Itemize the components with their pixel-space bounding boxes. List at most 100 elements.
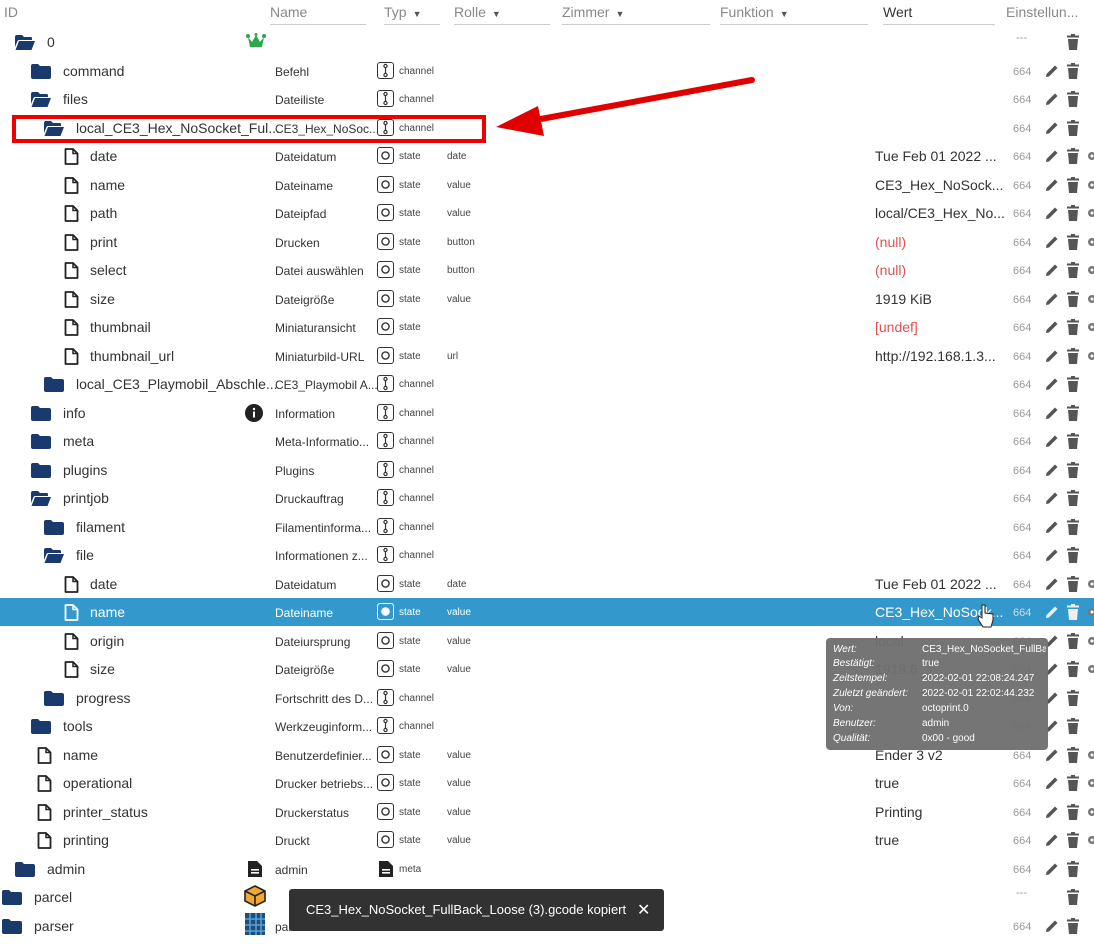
delete-trash-icon[interactable] (1067, 290, 1079, 307)
dropdown-arrow-icon[interactable]: ▼ (413, 9, 422, 19)
row-label[interactable]: date (90, 576, 117, 592)
settings-gear-icon[interactable] (1086, 748, 1094, 762)
tree-row[interactable]: info Information channel 664 (0, 399, 1094, 427)
edit-pencil-icon[interactable] (1044, 348, 1060, 364)
delete-trash-icon[interactable] (1067, 860, 1079, 877)
edit-pencil-icon[interactable] (1044, 547, 1060, 563)
row-label[interactable]: select (90, 262, 127, 278)
tree-row[interactable]: select Datei auswählen state button (null) 66… (0, 256, 1094, 284)
tree-row[interactable]: name Dateiname state value CE3_Hex_NoSock...… (0, 171, 1094, 199)
tree-row[interactable]: admin admin meta 664 (0, 855, 1094, 883)
row-value[interactable]: Tue Feb 01 2022 ... (875, 148, 997, 164)
row-label[interactable]: size (90, 291, 115, 307)
toast-close-button[interactable]: ✕ (637, 900, 650, 920)
col-function[interactable]: Funktion ▼ (720, 4, 789, 20)
edit-pencil-icon[interactable] (1044, 291, 1060, 307)
row-label[interactable]: date (90, 148, 117, 164)
row-label[interactable]: files (63, 91, 88, 107)
edit-pencil-icon[interactable] (1044, 804, 1060, 820)
delete-trash-icon[interactable] (1067, 433, 1079, 449)
row-label[interactable]: size (90, 661, 115, 677)
row-label[interactable]: local_CE3_Playmobil_Abschle... (76, 376, 278, 392)
delete-trash-icon[interactable] (1067, 661, 1079, 677)
row-label[interactable]: origin (90, 633, 124, 649)
edit-pencil-icon[interactable] (1044, 205, 1060, 221)
settings-gear-icon[interactable] (1086, 235, 1094, 249)
delete-trash-icon[interactable] (1067, 62, 1079, 79)
delete-trash-icon[interactable] (1067, 889, 1079, 905)
tree-row[interactable]: operational Drucker betriebs... state value… (0, 769, 1094, 797)
row-label[interactable]: meta (63, 433, 94, 449)
delete-trash-icon[interactable] (1067, 518, 1079, 535)
settings-gear-icon[interactable] (1086, 349, 1094, 363)
delete-trash-icon[interactable] (1067, 91, 1079, 107)
tree-row[interactable]: printer_status Druckerstatus state value Pri… (0, 798, 1094, 826)
edit-pencil-icon[interactable] (1044, 234, 1060, 250)
edit-pencil-icon[interactable] (1044, 120, 1060, 136)
delete-trash-icon[interactable] (1067, 803, 1079, 820)
row-label[interactable]: admin (47, 861, 85, 877)
row-value[interactable]: [undef] (875, 319, 918, 335)
delete-trash-icon[interactable] (1067, 718, 1079, 734)
settings-gear-icon[interactable] (1086, 292, 1094, 306)
row-value[interactable]: Printing (875, 804, 922, 820)
edit-pencil-icon[interactable] (1044, 433, 1060, 449)
tree-row[interactable]: print Drucken state button (null) 664 (0, 228, 1094, 256)
tree-row[interactable]: date Dateidatum state date Tue Feb 01 2022 .… (0, 570, 1094, 598)
row-label[interactable]: print (90, 234, 117, 250)
col-settings[interactable]: Einstellun... (1006, 4, 1078, 20)
edit-pencil-icon[interactable] (1044, 490, 1060, 506)
edit-pencil-icon[interactable] (1044, 576, 1060, 592)
settings-gear-icon[interactable] (1086, 178, 1094, 192)
col-type[interactable]: Typ ▼ (384, 4, 422, 20)
row-value[interactable]: Tue Feb 01 2022 ... (875, 576, 997, 592)
settings-gear-icon[interactable] (1086, 805, 1094, 819)
row-value[interactable]: true (875, 832, 899, 848)
row-value[interactable]: 1919 KiB (875, 291, 932, 307)
dropdown-arrow-icon[interactable]: ▼ (492, 9, 501, 19)
delete-trash-icon[interactable] (1067, 575, 1079, 592)
row-label[interactable]: thumbnail_url (90, 348, 174, 364)
row-value[interactable]: true (875, 775, 899, 791)
delete-trash-icon[interactable] (1067, 148, 1079, 164)
edit-pencil-icon[interactable] (1044, 861, 1060, 877)
row-value[interactable]: http://192.168.1.3... (875, 348, 996, 364)
settings-gear-icon[interactable] (1086, 605, 1094, 619)
settings-gear-icon[interactable] (1086, 833, 1094, 847)
row-label[interactable]: printjob (63, 490, 109, 506)
row-label[interactable]: parser (34, 918, 74, 934)
delete-trash-icon[interactable] (1067, 490, 1079, 506)
row-label[interactable]: 0 (47, 34, 55, 50)
col-role[interactable]: Rolle ▼ (454, 4, 501, 20)
dropdown-arrow-icon[interactable]: ▼ (780, 9, 789, 19)
delete-trash-icon[interactable] (1067, 376, 1079, 392)
delete-trash-icon[interactable] (1067, 775, 1079, 791)
row-label[interactable]: thumbnail (90, 319, 151, 335)
delete-trash-icon[interactable] (1067, 917, 1079, 934)
delete-trash-icon[interactable] (1067, 205, 1079, 221)
edit-pencil-icon[interactable] (1044, 775, 1060, 791)
tree-row[interactable]: plugins Plugins channel 664 (0, 456, 1094, 484)
settings-gear-icon[interactable] (1086, 662, 1094, 676)
delete-trash-icon[interactable] (1067, 461, 1079, 478)
tree-row[interactable]: file Informationen z... channel 664 (0, 541, 1094, 569)
edit-pencil-icon[interactable] (1044, 148, 1060, 164)
edit-pencil-icon[interactable] (1044, 405, 1060, 421)
tree-row[interactable]: local_CE3_Playmobil_Abschle... CE3_Playmo… (0, 370, 1094, 398)
settings-gear-icon[interactable] (1086, 149, 1094, 163)
tree-row[interactable]: meta Meta-Informatio... channel 664 (0, 427, 1094, 455)
edit-pencil-icon[interactable] (1044, 91, 1060, 107)
delete-trash-icon[interactable] (1067, 746, 1079, 763)
row-value[interactable]: CE3_Hex_NoSock... (875, 177, 1003, 193)
edit-pencil-icon[interactable] (1044, 262, 1060, 278)
edit-pencil-icon[interactable] (1044, 918, 1060, 934)
delete-trash-icon[interactable] (1067, 262, 1079, 278)
tree-row[interactable]: name Dateiname state value CE3_Hex_NoSock...… (0, 598, 1094, 626)
delete-trash-icon[interactable] (1067, 347, 1079, 364)
tree-row[interactable]: thumbnail Miniaturansicht state [undef] 664 (0, 313, 1094, 341)
edit-pencil-icon[interactable] (1044, 63, 1060, 79)
settings-gear-icon[interactable] (1086, 634, 1094, 648)
row-label[interactable]: file (76, 547, 94, 563)
delete-trash-icon[interactable] (1067, 176, 1079, 193)
col-name[interactable]: Name (270, 4, 307, 20)
